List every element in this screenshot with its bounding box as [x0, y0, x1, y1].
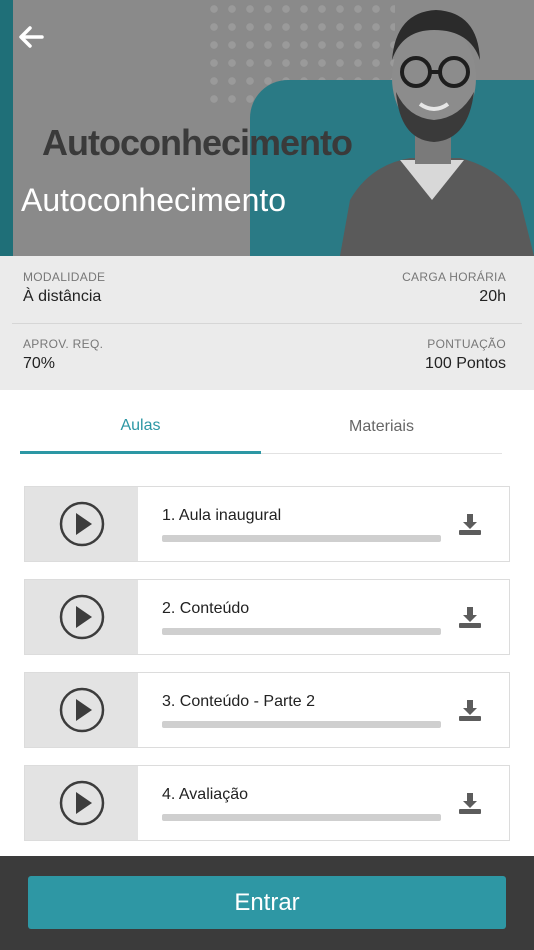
play-circle-icon[interactable]: [59, 594, 105, 640]
instructor-photo: [340, 10, 534, 256]
lesson-progress-bar: [162, 814, 441, 821]
modalidade-label: MODALIDADE: [23, 270, 106, 284]
play-circle-icon[interactable]: [59, 780, 105, 826]
lesson-title: 2. Conteúdo: [162, 600, 250, 617]
download-icon[interactable]: [458, 698, 482, 722]
lesson-item[interactable]: 3. Conteúdo - Parte 2: [24, 672, 510, 748]
lesson-item[interactable]: 1. Aula inaugural: [24, 486, 510, 562]
lesson-thumbnail[interactable]: [25, 580, 138, 654]
tab-materiais[interactable]: Materiais: [261, 400, 502, 454]
lesson-thumbnail[interactable]: [25, 673, 138, 747]
course-info-panel: MODALIDADE À distância CARGA HORÁRIA 20h…: [0, 256, 534, 390]
course-title: Autoconhecimento: [21, 182, 287, 218]
play-circle-icon[interactable]: [59, 687, 105, 733]
footer-bar: Entrar: [0, 856, 534, 950]
content-tabs: Aulas Materiais: [20, 400, 502, 454]
lesson-item[interactable]: 2. Conteúdo: [24, 579, 510, 655]
carga-horaria-info: CARGA HORÁRIA 20h: [402, 270, 506, 306]
hero-accent-strip: [0, 0, 13, 256]
modalidade-info: MODALIDADE À distância: [23, 270, 105, 306]
hero-background-word: Autoconhecimento: [42, 122, 353, 163]
lesson-progress-bar: [162, 535, 441, 542]
enter-button[interactable]: Entrar: [28, 876, 506, 929]
download-icon[interactable]: [458, 791, 482, 815]
carga-horaria-label: CARGA HORÁRIA: [402, 270, 506, 284]
lesson-title: 3. Conteúdo - Parte 2: [162, 693, 315, 710]
tab-aulas[interactable]: Aulas: [20, 400, 261, 454]
lesson-item[interactable]: 4. Avaliação: [24, 765, 510, 841]
lesson-thumbnail[interactable]: [25, 487, 138, 561]
pontuacao-info: PONTUAÇÃO 100 Pontos: [425, 337, 506, 373]
aprovacao-info: APROV. REQ. 70%: [23, 337, 103, 373]
info-divider: [12, 323, 522, 324]
lesson-progress-bar: [162, 721, 441, 728]
lesson-title: 1. Aula inaugural: [162, 507, 282, 524]
download-icon[interactable]: [458, 605, 482, 629]
aprovacao-label: APROV. REQ.: [23, 337, 104, 351]
lesson-thumbnail[interactable]: [25, 766, 138, 840]
download-icon[interactable]: [458, 512, 482, 536]
modalidade-value: À distância: [23, 288, 102, 305]
back-arrow-icon[interactable]: [14, 22, 50, 52]
play-circle-icon[interactable]: [59, 501, 105, 547]
carga-horaria-value: 20h: [479, 288, 506, 305]
aprovacao-value: 70%: [23, 355, 56, 372]
pontuacao-value: 100 Pontos: [425, 355, 506, 372]
course-hero: Autoconhecimento Autoconhecimento: [0, 0, 534, 256]
lesson-progress-bar: [162, 628, 441, 635]
pontuacao-label: PONTUAÇÃO: [427, 337, 506, 351]
lesson-title: 4. Avaliação: [162, 786, 248, 803]
